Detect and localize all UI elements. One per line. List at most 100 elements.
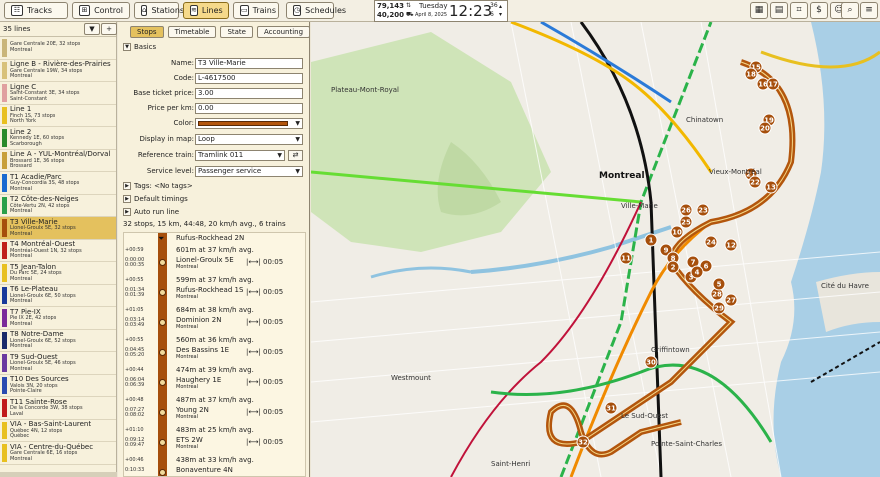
- stop-name[interactable]: Rufus-Rockhead 1S: [176, 286, 243, 294]
- line-list-item[interactable]: T2 Côte-des-Neiges Côte-Vertu 2N, 42 sto…: [0, 195, 116, 217]
- segment-time: +00:46: [125, 457, 144, 463]
- line-list-item[interactable]: Line A - YUL-Montréal/Dorval Brossard 1E…: [0, 150, 116, 172]
- city-map[interactable]: 15 16 18 17 19 20 21 13 22 26 25 23 24 28 27 29 10 9 8 7 6 5 3…: [311, 22, 880, 477]
- price-km-input[interactable]: 0.00: [195, 103, 303, 114]
- dwell-time[interactable]: |⟷| 00:05: [246, 258, 283, 266]
- dwell-icon: |⟷|: [246, 408, 261, 416]
- segment-info: 601m at 37 km/h avg.: [176, 246, 254, 254]
- speed-down-icon[interactable]: ▾: [499, 11, 502, 18]
- stop-dot[interactable]: [159, 349, 166, 356]
- stop-name[interactable]: Bonaventure 4N: [176, 466, 233, 474]
- segment-info: 599m at 37 km/h avg.: [176, 276, 254, 284]
- line-list-item[interactable]: T8 Notre-Dame Lionel-Groulx 6E, 52 stops…: [0, 330, 116, 352]
- search-icon[interactable]: ⌕: [841, 2, 859, 19]
- stop-name[interactable]: Dominion 2N: [176, 316, 221, 324]
- add-line-icon[interactable]: +: [101, 23, 117, 35]
- departure-time: 0:00:35: [125, 262, 145, 268]
- stop-dot[interactable]: [159, 319, 166, 326]
- base-ticket-input[interactable]: 3.00: [195, 88, 303, 99]
- tags-toggle[interactable]: ▶ Tags: <No tags>: [123, 182, 193, 190]
- line-list-item[interactable]: T6 Le-Plateau Lionel-Groulx 6E, 50 stops…: [0, 285, 116, 307]
- stop-marker-number: 30: [646, 359, 656, 367]
- dwell-time[interactable]: |⟷| 00:05: [246, 408, 283, 416]
- line-color-swatch: [2, 354, 7, 372]
- line-list-item[interactable]: T4 Montréal-Ouest Montréal-Ouest 1N, 32 …: [0, 240, 116, 262]
- stop-name[interactable]: ETS 2W: [176, 436, 203, 444]
- color-picker[interactable]: [195, 118, 303, 129]
- line-sub2: Montreal: [10, 253, 32, 260]
- timeline-header-stop: Rufus-Rockhead 2N: [176, 234, 245, 242]
- line-list-item[interactable]: T9 Sud-Ouest Lionel-Groulx 5E, 46 stops …: [0, 352, 116, 375]
- stop-name[interactable]: Haughery 1E: [176, 376, 221, 384]
- line-list-item[interactable]: T1 Acadie/Parc Guy-Concordia 3S, 48 stop…: [0, 172, 116, 195]
- line-list-item[interactable]: VIA - Bas-Saint-Laurent Québec 4N, 12 st…: [0, 420, 116, 442]
- line-list-item[interactable]: Line 1 Finch 1S, 73 stops North York: [0, 105, 116, 127]
- auto-run-toggle[interactable]: ▶ Auto run line: [123, 208, 179, 216]
- tag-icon[interactable]: ⌗: [790, 2, 808, 19]
- timeline-segment: +00:55 560m at 36 km/h avg.: [124, 335, 305, 346]
- departure-time: 0:01:39: [125, 292, 145, 298]
- stop-name[interactable]: Des Bassins 1E: [176, 346, 229, 354]
- stop-name[interactable]: Young 2N: [176, 406, 209, 414]
- line-list-item[interactable]: Ligne B - Rivière-des-Prairies Gare Cent…: [0, 60, 116, 82]
- stop-dot[interactable]: [159, 409, 166, 416]
- line-list-item[interactable]: T11 Sainte-Rose De la Concorde 3W, 38 st…: [0, 397, 116, 420]
- line-list-item[interactable]: T10 Des Sources Valois 3N, 20 stops Poin…: [0, 375, 116, 397]
- stop-marker-number: 13: [766, 184, 776, 192]
- stop-dot[interactable]: [159, 439, 166, 446]
- line-list-item[interactable]: T7 Pie-IX Pie IX 2E, 42 stops Montreal: [0, 307, 116, 330]
- line-sub2: Pointe-Claire: [10, 388, 42, 395]
- menu-icon[interactable]: ≡: [860, 2, 878, 19]
- default-timings-toggle[interactable]: ▶ Default timings: [123, 195, 188, 203]
- pause-icon[interactable]: ▴: [499, 3, 502, 10]
- map-view-icon[interactable]: ▦: [750, 2, 768, 19]
- stop-marker-number: 31: [606, 405, 616, 413]
- stop-dot[interactable]: [159, 379, 166, 386]
- line-list-item[interactable]: Line 2 Kennedy 1E, 60 stops Scarborough: [0, 127, 116, 150]
- line-color-swatch: [2, 264, 7, 282]
- lines-list-header: 35 lines ▼ +: [0, 22, 117, 37]
- tab-timetable[interactable]: Timetable: [167, 26, 217, 38]
- map-canvas[interactable]: 151618171920211322262523242827291098 7 653…: [311, 22, 880, 477]
- line-list-item[interactable]: Gare Centrale 20E, 32 stops Montreal: [0, 37, 116, 60]
- tracks-button[interactable]: ☷ Tracks: [4, 2, 68, 19]
- layers-icon[interactable]: ▤: [770, 2, 788, 19]
- dwell-time[interactable]: |⟷| 00:05: [246, 318, 283, 326]
- tab-stops[interactable]: Stops: [130, 26, 164, 38]
- dwell-icon: |⟷|: [246, 258, 261, 266]
- filter-icon[interactable]: ▼: [84, 23, 100, 35]
- line-item-text: VIA - Bas-Saint-Laurent Québec 4N, 12 st…: [10, 420, 91, 442]
- basics-section-toggle[interactable]: ▼ Basics: [123, 43, 156, 51]
- lines-list-scrollbar[interactable]: [0, 472, 117, 477]
- stop-marker-number: 24: [706, 239, 716, 247]
- stop-dot[interactable]: [159, 289, 166, 296]
- dwell-time[interactable]: |⟷| 00:05: [246, 348, 283, 356]
- dwell-time[interactable]: |⟷| 00:05: [246, 288, 283, 296]
- stop-dot[interactable]: [159, 469, 166, 476]
- segment-time: +00:48: [125, 397, 144, 403]
- line-list-item[interactable]: VIA - Centre-du-Québec Gare Centrale 6E,…: [0, 442, 116, 465]
- schedules-button[interactable]: ◷ Schedules: [286, 2, 346, 19]
- stations-button[interactable]: ⌂ Stations: [134, 2, 184, 19]
- tab-accounting[interactable]: Accounting: [256, 26, 311, 38]
- trains-button[interactable]: ▭ Trains: [233, 2, 279, 19]
- ref-train-select[interactable]: Tramlink 011: [195, 150, 285, 161]
- dwell-time[interactable]: |⟷| 00:05: [246, 378, 283, 386]
- money-report-icon[interactable]: $: [810, 2, 828, 19]
- dwell-time[interactable]: |⟷| 00:05: [246, 438, 283, 446]
- name-input[interactable]: T3 Ville-Marie: [195, 58, 303, 69]
- line-list-item[interactable]: T3 Ville-Marie Lionel-Groulx 5E, 32 stop…: [0, 217, 116, 240]
- line-list-item[interactable]: T5 Jean-Talon Du Parc 5E, 24 stops Montr…: [0, 262, 116, 285]
- segment-time: +00:44: [125, 367, 144, 373]
- lines-button[interactable]: ≋ Lines: [183, 2, 229, 19]
- train-go-icon[interactable]: ⇄: [288, 150, 303, 161]
- control-button[interactable]: ⊞ Control: [72, 2, 130, 19]
- line-list-item[interactable]: Ligne C Saint-Constant 3E, 34 stops Sain…: [0, 82, 116, 105]
- display-select[interactable]: Loop: [195, 134, 303, 145]
- service-select[interactable]: Passenger service: [195, 166, 303, 177]
- code-input[interactable]: L-4617500: [195, 73, 303, 84]
- stop-name[interactable]: Lionel-Groulx 5E: [176, 256, 234, 264]
- tab-state[interactable]: State: [220, 26, 253, 38]
- stop-marker-number: 10: [672, 229, 682, 237]
- stop-dot[interactable]: [159, 259, 166, 266]
